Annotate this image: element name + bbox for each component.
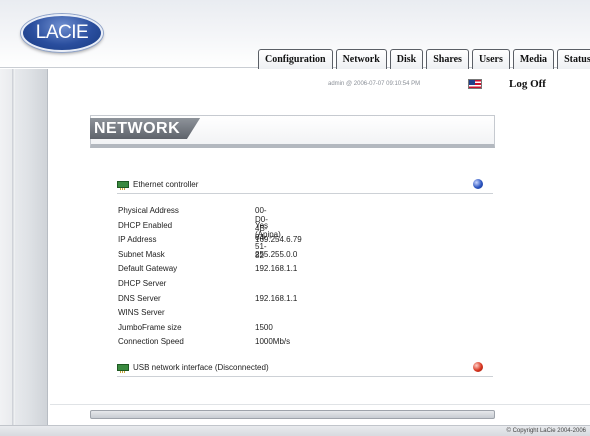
tab-shares[interactable]: Shares <box>426 49 469 69</box>
ethernet-controller-header: Ethernet controller <box>117 178 493 194</box>
tab-media[interactable]: Media <box>512 49 555 69</box>
tab-users[interactable]: Users <box>471 49 510 69</box>
prop-key: DHCP Server <box>118 278 167 288</box>
left-panel <box>0 69 48 425</box>
usb-interface-header: USB network interface (Disconnected) <box>117 361 493 377</box>
page-title: NETWORK <box>90 118 201 139</box>
language-flag-icon[interactable] <box>468 79 482 89</box>
prop-value: 169.254.6.79 <box>255 235 302 245</box>
prop-key: IP Address <box>118 235 157 245</box>
ethernet-controller-label: Ethernet controller <box>133 180 199 189</box>
prop-value: 255.255.0.0 <box>255 249 298 259</box>
prop-value: 192.168.1.1 <box>255 264 298 274</box>
prop-key: DHCP Enabled <box>118 220 173 230</box>
prop-key: Connection Speed <box>118 337 184 347</box>
ethernet-status-icon[interactable] <box>473 179 483 189</box>
prop-key: DNS Server <box>118 293 161 303</box>
tab-configuration[interactable]: Configuration <box>258 49 333 69</box>
tab-network[interactable]: Network <box>335 49 387 69</box>
usb-interface-label: USB network interface (Disconnected) <box>133 363 269 372</box>
session-info: admin @ 2006-07-07 09:10:54 PM <box>328 81 421 87</box>
footer: © Copyright LaCie 2004-2006 <box>0 425 590 436</box>
header: LACIE Configuration Network Disk Shares … <box>0 0 590 69</box>
prop-key: Default Gateway <box>118 264 178 274</box>
tab-status[interactable]: Status <box>557 49 590 69</box>
copyright-text: © Copyright LaCie 2004-2006 <box>506 428 586 434</box>
prop-key: Subnet Mask <box>118 249 165 259</box>
usb-status-icon[interactable] <box>473 362 483 372</box>
usb-adapter-icon <box>117 364 129 373</box>
network-card-icon <box>117 181 129 190</box>
prop-key: JumboFrame size <box>118 322 182 332</box>
prop-key: Physical Address <box>118 206 179 215</box>
prop-value: 1000Mb/s <box>255 337 291 347</box>
horizontal-scrollbar[interactable] <box>90 410 495 419</box>
lacie-logo[interactable]: LACIE <box>21 14 103 52</box>
divider <box>50 404 590 405</box>
tab-disk[interactable]: Disk <box>389 49 424 69</box>
prop-key: WINS Server <box>118 308 165 318</box>
section-header: NETWORK <box>90 115 495 148</box>
main-tabs: Configuration Network Disk Shares Users … <box>258 49 590 69</box>
prop-value: 1500 <box>255 322 273 332</box>
prop-value: 192.168.1.1 <box>255 293 298 303</box>
log-off-link[interactable]: Log Off <box>509 78 546 90</box>
